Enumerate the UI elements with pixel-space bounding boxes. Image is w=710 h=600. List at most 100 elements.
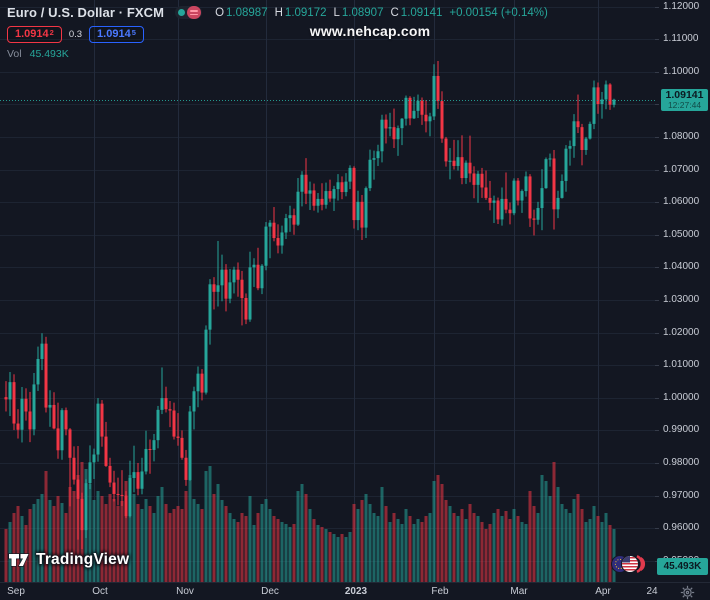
candle-body: [528, 176, 532, 219]
candle-body: [224, 269, 228, 299]
volume-bar: [512, 509, 516, 582]
open-label: O: [215, 6, 225, 19]
volume-bar: [328, 532, 332, 582]
volume-bar: [252, 525, 256, 582]
axis-tick-mark: [655, 462, 659, 464]
price-tick-label: 0.98000: [655, 457, 699, 469]
volume-bar: [448, 506, 452, 582]
volume-bar: [560, 504, 564, 582]
volume-bar: [424, 516, 428, 582]
candle-body: [140, 471, 144, 489]
candlestick-chart[interactable]: [0, 0, 655, 582]
candle-body: [400, 118, 404, 129]
candle-body: [536, 208, 540, 220]
volume-bar: [532, 506, 536, 582]
candle-body: [544, 159, 548, 189]
candle-wick: [217, 240, 219, 307]
axis-tick-mark: [655, 104, 659, 106]
candle-body: [68, 429, 72, 458]
symbol-title[interactable]: Euro / U.S. Dollar · FXCM: [7, 5, 164, 20]
volume-label: Vol: [7, 48, 22, 60]
axis-tick-mark: [655, 397, 659, 399]
candle-body: [512, 180, 516, 214]
axis-tick-mark: [655, 299, 659, 301]
tradingview-logo[interactable]: TradingView: [8, 551, 129, 569]
volume-bar: [572, 499, 576, 582]
volume-bar: [12, 513, 16, 582]
candle-body: [296, 191, 300, 225]
time-tick-label: Mar: [510, 586, 528, 597]
candle-body: [344, 181, 348, 193]
candle-wick: [121, 470, 123, 507]
candle-body: [108, 465, 112, 483]
volume-bar: [404, 509, 408, 582]
candle-body: [460, 157, 464, 179]
axis-settings-gear-icon[interactable]: [680, 585, 695, 600]
candle-body: [520, 191, 524, 201]
volume-bar: [452, 513, 456, 582]
volume-bar: [520, 522, 524, 582]
candle-wick: [117, 477, 119, 506]
candle-wick: [449, 148, 451, 180]
volume-bar: [288, 527, 292, 582]
volume-bar: [36, 499, 40, 582]
ask-price-pip: 5: [131, 27, 136, 37]
volume-bar: [432, 481, 436, 582]
time-axis[interactable]: Sep Oct Nov Dec 2023 Feb Mar Apr 24: [0, 582, 710, 600]
volume-bar: [212, 494, 216, 582]
volume-bar: [112, 499, 116, 582]
volume-bar: [140, 509, 144, 582]
candle-wick: [253, 258, 255, 287]
candle-body: [16, 423, 20, 430]
candle-body: [588, 123, 592, 139]
candle-body: [532, 218, 536, 220]
volume-bar: [244, 516, 248, 582]
time-tick-label: Sep: [7, 586, 25, 597]
volume-bar: [152, 513, 156, 582]
notification-bars-icon: [187, 6, 202, 19]
volume-bar: [592, 506, 596, 582]
volume-bar: [240, 513, 244, 582]
price-tick-label: 1.06000: [655, 196, 699, 208]
axis-tick-mark: [655, 169, 659, 171]
volume-bar: [468, 504, 472, 582]
candle-body: [252, 264, 256, 268]
tradingview-logo-icon: [8, 553, 30, 567]
candle-body: [564, 148, 568, 181]
price-axis[interactable]: 1.09141 12:27:44 45.493K 1.12000 1.11000 1…: [655, 0, 710, 582]
volume-bar: [172, 509, 176, 582]
legend: Euro / U.S. Dollar · FXCM O 1.08987 H 1.09…: [7, 4, 548, 60]
ask-price: 1.0914: [97, 27, 131, 40]
volume-bar: [192, 499, 196, 582]
candle-wick: [177, 413, 179, 446]
last-price-label[interactable]: 1.09141 12:27:44: [661, 88, 708, 111]
volume-bar: [360, 500, 364, 582]
candle-wick: [373, 150, 375, 180]
candle-body: [584, 138, 588, 150]
volume-bar: [496, 509, 500, 582]
price-tick-label: 1.05000: [655, 229, 699, 241]
candle-body: [44, 343, 48, 408]
volume-bar: [480, 522, 484, 582]
volume-bar: [356, 509, 360, 582]
ask-button[interactable]: 1.0914 5: [89, 25, 144, 43]
time-tick-label: Dec: [261, 586, 279, 597]
candle-body: [424, 114, 428, 122]
candle-wick: [309, 181, 311, 210]
market-status-toggle[interactable]: [175, 6, 203, 19]
volume-bar: [344, 537, 348, 582]
candle-body: [28, 411, 32, 430]
candle-body: [156, 409, 160, 441]
candle-body: [604, 84, 608, 100]
candle-body: [396, 128, 400, 140]
candle-body: [300, 174, 304, 192]
candle-body: [472, 173, 476, 185]
volume-bar: [580, 509, 584, 582]
candle-wick: [601, 91, 603, 119]
bid-button[interactable]: 1.0914 2: [7, 25, 62, 43]
candle-wick: [5, 381, 7, 412]
axis-tick-mark: [655, 365, 659, 367]
candle-body: [576, 121, 580, 128]
candle-body: [316, 198, 320, 206]
volume-bar: [412, 524, 416, 582]
